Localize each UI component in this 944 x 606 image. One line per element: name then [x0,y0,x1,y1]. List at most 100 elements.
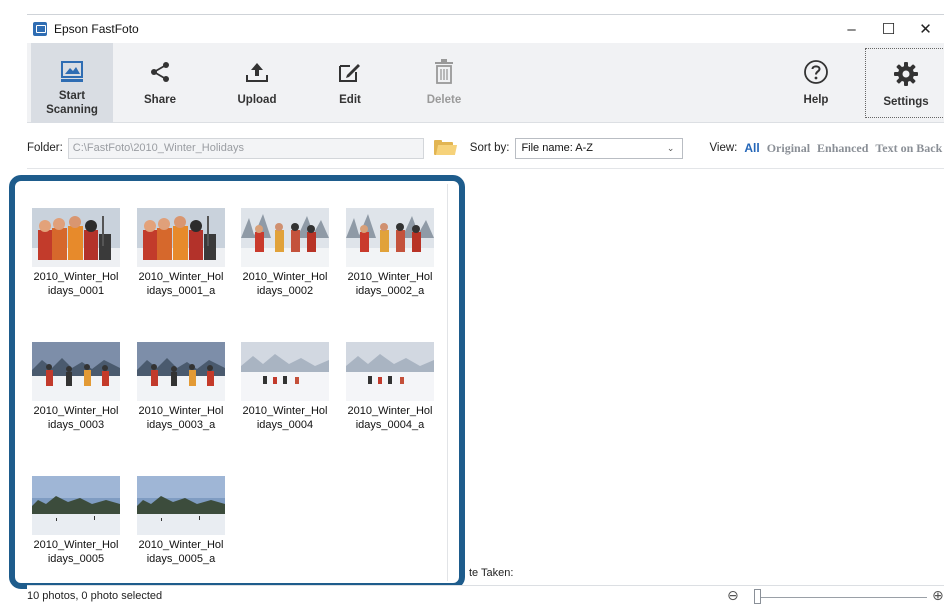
photo-filename-line1: 2010_Winter_Hol [33,539,119,551]
photo-filename-line1: 2010_Winter_Hol [33,405,119,417]
options-bar: Folder: C:\FastFoto\2010_Winter_Holidays… [27,134,944,162]
status-bar: 10 photos, 0 photo selected ⊖ ⊕ [27,585,944,606]
question-mark-icon [803,55,829,89]
start-scanning-label: Start Scanning [46,90,98,116]
photo-image [346,208,434,267]
view-enhanced-option[interactable]: Enhanced [817,141,868,156]
chevron-down-icon: ⌄ [666,142,675,153]
help-button[interactable]: Help [775,43,857,123]
photo-filename: 2010_Winter_Hol idays_0002_a [338,270,442,298]
upload-label: Upload [237,94,277,106]
minimize-button[interactable]: – [833,15,870,43]
sort-value: File name: A-Z [521,142,593,154]
maximize-button[interactable]: ☐ [870,15,907,43]
photo-thumbnail[interactable]: 2010_Winter_Hol idays_0002_a [338,208,442,298]
photo-image [32,476,120,535]
photo-image [137,342,225,401]
photo-filename: 2010_Winter_Hol idays_0004 [233,404,337,432]
close-button[interactable]: ✕ [907,15,944,43]
zoom-in-icon[interactable]: ⊕ [932,587,944,604]
window-title: Epson FastFoto [54,22,139,36]
photo-filename: 2010_Winter_Hol idays_0001_a [129,270,233,298]
app-logo-icon [33,22,47,36]
photo-filename-line1: 2010_Winter_Hol [242,405,328,417]
zoom-slider-handle[interactable] [754,589,761,604]
share-icon [148,55,172,89]
edit-icon [337,55,363,89]
start-scanning-button[interactable]: Start Scanning [31,43,113,123]
photo-thumbnail[interactable]: 2010_Winter_Hol idays_0001_a [129,208,233,298]
photo-thumbnail[interactable]: 2010_Winter_Hol idays_0002 [233,208,337,298]
photo-thumbnail[interactable]: 2010_Winter_Hol idays_0003_a [129,342,233,432]
view-all-option[interactable]: All [744,141,759,155]
photo-filename: 2010_Winter_Hol idays_0003 [24,404,128,432]
folder-label: Folder: [27,142,63,154]
help-label: Help [803,94,829,106]
photo-filename-line2: idays_0002_a [355,285,425,297]
delete-button[interactable]: Delete [403,43,485,123]
photo-filename: 2010_Winter_Hol idays_0005 [24,538,128,566]
edit-button[interactable]: Edit [309,43,391,123]
photo-filename: 2010_Winter_Hol idays_0005_a [129,538,233,566]
sort-label: Sort by: [469,142,510,154]
title-bar: Epson FastFoto – ☐ ✕ [27,15,944,43]
trash-icon [433,55,455,89]
thumbnail-grid: 2010_Winter_Hol idays_0001 2010_Winter_Hol… [18,184,448,581]
photo-filename-line2: idays_0004_a [355,419,425,431]
photo-image [137,476,225,535]
zoom-out-icon[interactable]: ⊖ [727,587,739,604]
gear-icon [893,57,919,91]
photo-thumbnail[interactable]: 2010_Winter_Hol idays_0004_a [338,342,442,432]
photo-filename-line2: idays_0005_a [146,553,216,565]
photo-filename-line1: 2010_Winter_Hol [138,405,224,417]
photo-image [241,342,329,401]
photo-filename-line1: 2010_Winter_Hol [347,271,433,283]
upload-button[interactable]: Upload [216,43,298,123]
photo-filename-line2: idays_0004 [256,419,314,431]
view-original-option[interactable]: Original [767,141,810,156]
photo-filename-line1: 2010_Winter_Hol [138,271,224,283]
window-controls: – ☐ ✕ [833,15,944,43]
photo-thumbnail[interactable]: 2010_Winter_Hol idays_0005_a [129,476,233,566]
settings-label: Settings [883,96,929,108]
photo-thumbnail[interactable]: 2010_Winter_Hol idays_0005 [24,476,128,566]
photo-filename-line2: idays_0003 [47,419,105,431]
photo-thumbnail[interactable]: 2010_Winter_Hol idays_0003 [24,342,128,432]
view-label: View: [709,142,738,154]
sort-select[interactable]: File name: A-Z ⌄ [515,137,684,159]
photo-filename: 2010_Winter_Hol idays_0002 [233,270,337,298]
photo-filename-line2: idays_0003_a [146,419,216,431]
date-taken-label: te Taken: [469,567,514,579]
photo-filename-line2: idays_0001_a [146,285,216,297]
share-label: Share [144,94,176,106]
toolbar: Start Scanning Share Upload Edit Delete [27,43,944,123]
view-text-on-back-option[interactable]: Text on Back [875,141,942,156]
edit-label: Edit [339,94,361,106]
delete-label: Delete [426,94,462,106]
photo-filename-line1: 2010_Winter_Hol [138,539,224,551]
photo-filename-line2: idays_0001 [47,285,105,297]
photo-image [137,208,225,267]
photo-filename-line1: 2010_Winter_Hol [347,405,433,417]
status-text: 10 photos, 0 photo selected [27,590,163,602]
upload-icon [244,55,270,89]
settings-button[interactable]: Settings [865,48,944,118]
photo-image [346,342,434,401]
photo-thumbnail[interactable]: 2010_Winter_Hol idays_0004 [233,342,337,432]
photo-filename: 2010_Winter_Hol idays_0004_a [338,404,442,432]
photo-filename-line2: idays_0002 [256,285,314,297]
zoom-slider-track[interactable] [757,597,927,598]
scanner-icon [59,55,85,89]
photo-image [32,342,120,401]
photo-thumbnail[interactable]: 2010_Winter_Hol idays_0001 [24,208,128,298]
options-divider [27,168,944,169]
folder-icon[interactable] [433,140,457,156]
photo-filename-line1: 2010_Winter_Hol [242,271,328,283]
photo-filename-line1: 2010_Winter_Hol [33,271,119,283]
folder-path-field[interactable]: C:\FastFoto\2010_Winter_Holidays [67,137,424,159]
photo-image [32,208,120,267]
share-button[interactable]: Share [119,43,201,123]
photo-filename: 2010_Winter_Hol idays_0003_a [129,404,233,432]
photo-filename: 2010_Winter_Hol idays_0001 [24,270,128,298]
photo-image [241,208,329,267]
